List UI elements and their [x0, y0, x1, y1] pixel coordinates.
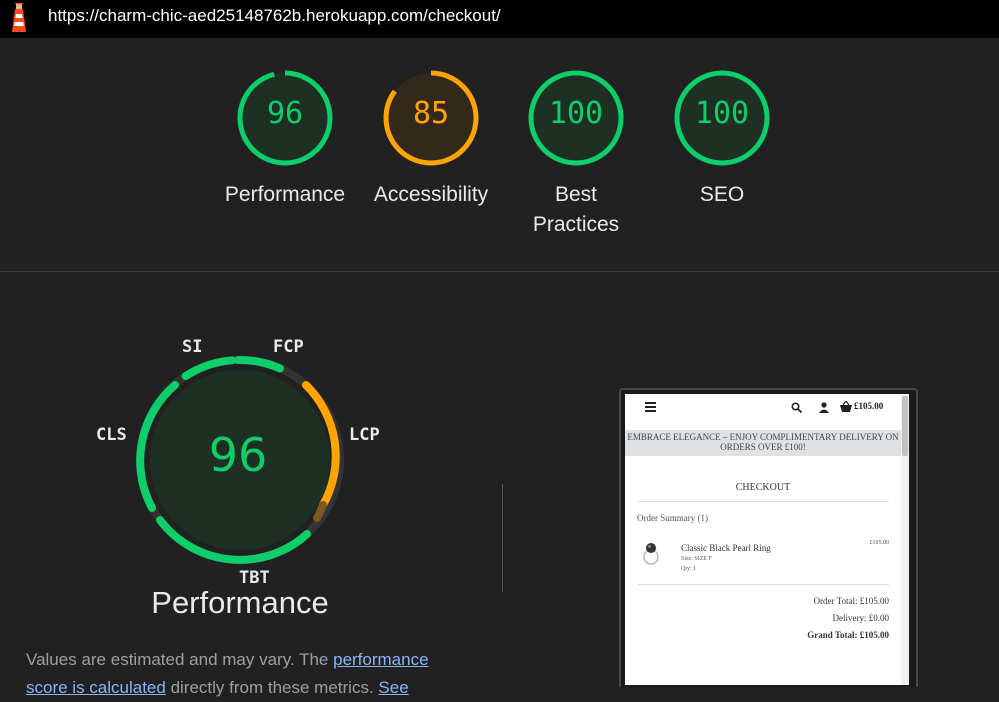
vertical-divider: [502, 484, 503, 592]
performance-description: Values are estimated and may vary. The p…: [26, 646, 466, 702]
preview-divider-2: [637, 584, 889, 585]
score-value: 100: [548, 96, 604, 131]
checkout-heading: CHECKOUT: [735, 482, 791, 493]
basket-icon: [840, 401, 852, 412]
grand-total: Grand Total: £105.00: [807, 630, 889, 640]
lighthouse-icon: [12, 3, 26, 32]
score-label: Accessibility: [373, 183, 489, 206]
score-label: SEO: [699, 183, 745, 206]
score-label: Performance: [224, 183, 346, 206]
menu-icon: [645, 402, 656, 412]
preview-scrollbar[interactable]: [901, 394, 909, 685]
metric-label-lcp[interactable]: LCP: [349, 425, 380, 445]
order-total: Order Total: £105.00: [813, 596, 889, 606]
page-screenshot-preview[interactable]: £105.00 EMBRACE ELEGANCE – ENJOY COMPLIM…: [625, 394, 901, 685]
order-summary-label: Order Summary (1): [637, 513, 708, 523]
user-icon: [819, 402, 829, 413]
ring-thumbnail: [643, 543, 659, 565]
section-divider: [0, 271, 999, 272]
preview-divider: [637, 501, 889, 502]
score-label: Best Practices: [532, 183, 620, 236]
metric-label-cls[interactable]: CLS: [96, 425, 127, 445]
item-price: £105.00: [869, 540, 890, 546]
score-value: 96: [266, 96, 304, 131]
performance-title: Performance: [151, 585, 329, 620]
description-text: Values are estimated and may vary. The: [26, 650, 334, 669]
metric-label-si[interactable]: SI: [182, 337, 202, 357]
search-icon: [791, 402, 802, 413]
url-bar: https://charm-chic-aed25148762b.herokuap…: [0, 0, 999, 38]
metric-label-fcp[interactable]: FCP: [273, 337, 304, 357]
performance-score-large: 96: [208, 428, 268, 482]
delivery-cost: Delivery: £0.00: [832, 613, 890, 623]
see-calculator-link[interactable]: See: [378, 678, 408, 697]
preview-nav: £105.00: [625, 394, 901, 422]
cart-total: £105.00: [854, 401, 884, 411]
delivery-banner: EMBRACE ELEGANCE – ENJOY COMPLIMENTARY D…: [625, 430, 901, 456]
item-size: Size: SIZE F: [681, 556, 712, 562]
description-text-2: directly from these metrics.: [165, 678, 379, 697]
page-url[interactable]: https://charm-chic-aed25148762b.herokuap…: [48, 6, 501, 26]
scrollbar-thumb[interactable]: [902, 396, 908, 456]
item-name: Classic Black Pearl Ring: [681, 543, 771, 553]
score-value: 100: [694, 96, 750, 131]
item-qty: Qty: 1: [681, 566, 697, 572]
score-value: 85: [412, 96, 450, 131]
